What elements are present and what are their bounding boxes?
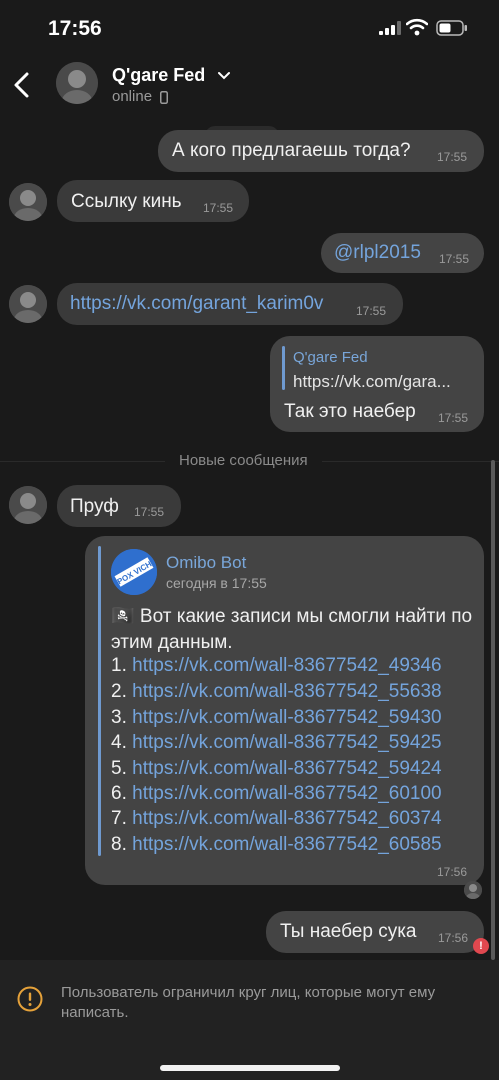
read-receipt-avatar — [464, 881, 482, 899]
result-number: 2. — [111, 681, 127, 702]
contact-status: online — [112, 88, 153, 105]
message-time: 17:55 — [134, 505, 165, 519]
result-url[interactable]: https://vk.com/wall-83677542_60585 — [132, 834, 441, 855]
message-time: 17:56 — [437, 865, 468, 879]
result-url[interactable]: https://vk.com/wall-83677542_55638 — [132, 681, 441, 702]
clock: 17:56 — [48, 17, 102, 40]
result-link-item[interactable]: 2. https://vk.com/wall-83677542_55638 — [111, 681, 442, 703]
bot-name[interactable]: Omibo Bot — [166, 553, 246, 573]
quote-text: https://vk.com/gara... — [293, 372, 451, 391]
result-number: 8. — [111, 834, 127, 855]
message-bubble-outgoing[interactable]: Ты наебер сука 17:56 — [266, 911, 484, 953]
scrollbar[interactable] — [491, 460, 495, 960]
quote-bar — [98, 546, 101, 856]
result-number: 5. — [111, 758, 127, 779]
result-link-item[interactable]: 6. https://vk.com/wall-83677542_60100 — [111, 783, 442, 805]
mention-link[interactable]: @rlpl2015 — [334, 242, 421, 264]
message-time: 17:56 — [438, 931, 469, 945]
message-time: 17:55 — [438, 411, 469, 425]
home-indicator[interactable] — [160, 1065, 340, 1071]
result-number: 1. — [111, 655, 127, 676]
result-url[interactable]: https://vk.com/wall-83677542_60374 — [132, 808, 441, 829]
contact-name[interactable]: Q'gare Fed — [112, 65, 205, 86]
message-text: Ссылку кинь — [71, 191, 182, 212]
message-bubble-incoming[interactable]: Ссылку кинь 17:55 — [57, 180, 249, 222]
result-number: 7. — [111, 808, 127, 829]
chevron-down-icon[interactable] — [218, 71, 230, 81]
result-number: 4. — [111, 732, 127, 753]
result-url[interactable]: https://vk.com/wall-83677542_59424 — [132, 758, 441, 779]
result-link-item[interactable]: 4. https://vk.com/wall-83677542_59425 — [111, 732, 442, 754]
forward-date: сегодня в 17:55 — [166, 575, 267, 591]
result-url[interactable]: https://vk.com/wall-83677542_59425 — [132, 732, 441, 753]
new-messages-label: Новые сообщения — [165, 452, 322, 469]
result-url[interactable]: https://vk.com/wall-83677542_60100 — [132, 783, 441, 804]
result-link-item[interactable]: 3. https://vk.com/wall-83677542_59430 — [111, 707, 442, 729]
message-time: 17:55 — [203, 201, 234, 215]
message-time: 17:55 — [437, 150, 468, 164]
quote-author: Q'gare Fed — [293, 349, 368, 366]
message-time: 17:55 — [439, 252, 470, 266]
status-bar: 17:56 — [0, 0, 499, 56]
result-link-item[interactable]: 5. https://vk.com/wall-83677542_59424 — [111, 758, 442, 780]
message-bubble-incoming[interactable]: Пруф 17:55 — [57, 485, 181, 527]
battery-icon — [436, 20, 467, 36]
contact-avatar[interactable] — [56, 62, 98, 104]
result-link-item[interactable]: 8. https://vk.com/wall-83677542_60585 — [111, 834, 442, 856]
result-link-item[interactable]: 7. https://vk.com/wall-83677542_60374 — [111, 808, 442, 830]
warning-icon — [17, 986, 43, 1012]
message-text: Так это наебер — [284, 401, 416, 422]
message-text: 🏴‍☠️ Вот какие записи мы смогли найти по… — [111, 606, 473, 653]
bot-avatar[interactable]: POX VICH — [111, 549, 157, 595]
result-url[interactable]: https://vk.com/wall-83677542_49346 — [132, 655, 441, 676]
send-error-icon[interactable]: ! — [473, 938, 489, 954]
mobile-device-icon — [160, 91, 168, 104]
message-text: А кого предлагаешь тогда? — [172, 140, 411, 161]
message-text: Пруф — [70, 496, 119, 517]
chat-history[interactable]: Сегодня А кого предлагаешь тогда? 17:55 … — [0, 0, 499, 960]
url-link[interactable]: https://vk.com/garant_karim0v — [70, 293, 323, 315]
cellular-signal-icon — [379, 21, 401, 35]
result-number: 3. — [111, 707, 127, 728]
message-bubble-outgoing[interactable]: @rlpl2015 17:55 — [321, 233, 484, 273]
contact-avatar[interactable] — [9, 285, 47, 323]
contact-avatar[interactable] — [9, 486, 47, 524]
message-bubble-outgoing[interactable]: А кого предлагаешь тогда? 17:55 — [158, 130, 484, 172]
back-arrow-icon[interactable] — [10, 70, 34, 100]
result-url[interactable]: https://vk.com/wall-83677542_59430 — [132, 707, 441, 728]
result-number: 6. — [111, 783, 127, 804]
message-text: Ты наебер сука — [280, 921, 417, 942]
contact-avatar[interactable] — [9, 183, 47, 221]
restriction-notice: Пользователь ограничил круг лиц, которые… — [0, 960, 499, 1080]
message-bubble-incoming[interactable]: https://vk.com/garant_karim0v 17:55 — [57, 283, 403, 325]
restriction-text: Пользователь ограничил круг лиц, которые… — [61, 984, 436, 1021]
chat-header: Q'gare Fed online — [0, 56, 499, 120]
message-time: 17:55 — [356, 304, 387, 318]
message-bubble-reply[interactable]: Q'gare Fed https://vk.com/gara... Так эт… — [270, 336, 484, 432]
result-link-item[interactable]: 1. https://vk.com/wall-83677542_49346 — [111, 655, 442, 677]
quote-bar — [282, 346, 285, 390]
wifi-icon — [406, 18, 428, 36]
